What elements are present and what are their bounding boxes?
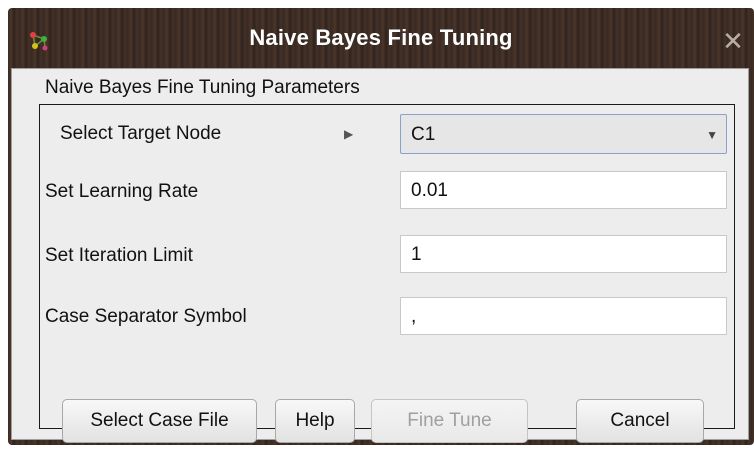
cancel-button[interactable]: Cancel: [576, 399, 704, 443]
iteration-limit-label: Set Iteration Limit: [45, 245, 193, 266]
close-icon[interactable]: ✕: [720, 28, 746, 54]
case-separator-input[interactable]: ,: [400, 297, 727, 335]
fine-tune-button[interactable]: Fine Tune: [371, 399, 528, 443]
learning-rate-input[interactable]: 0.01: [400, 171, 727, 209]
title-bar[interactable]: Naive Bayes Fine Tuning ✕: [8, 8, 754, 66]
iteration-limit-value: 1: [411, 244, 422, 265]
target-node-value: C1: [411, 124, 436, 145]
target-node-label: Select Target Node: [60, 123, 222, 144]
submenu-arrow-icon: ▶: [344, 127, 354, 141]
window-title: Naive Bayes Fine Tuning: [249, 25, 513, 50]
dialog-window: Naive Bayes Fine Tuning ✕ Naive Bayes Fi…: [8, 8, 754, 445]
case-separator-label: Case Separator Symbol: [45, 306, 247, 327]
panel-title: Naive Bayes Fine Tuning Parameters: [45, 77, 360, 98]
select-case-file-button[interactable]: Select Case File: [62, 399, 257, 443]
target-node-select[interactable]: C1 ▼: [400, 114, 727, 154]
learning-rate-label: Set Learning Rate: [45, 181, 199, 202]
case-separator-value: ,: [411, 306, 417, 327]
learning-rate-value: 0.01: [411, 180, 448, 201]
dialog-content: Naive Bayes Fine Tuning Parameters Selec…: [11, 68, 749, 443]
parameters-group: Select Target Node ▶ C1 ▼ Set Learning R…: [39, 104, 735, 443]
iteration-limit-input[interactable]: 1: [400, 235, 727, 273]
help-button[interactable]: Help: [275, 399, 355, 443]
chevron-down-icon: ▼: [706, 128, 718, 142]
